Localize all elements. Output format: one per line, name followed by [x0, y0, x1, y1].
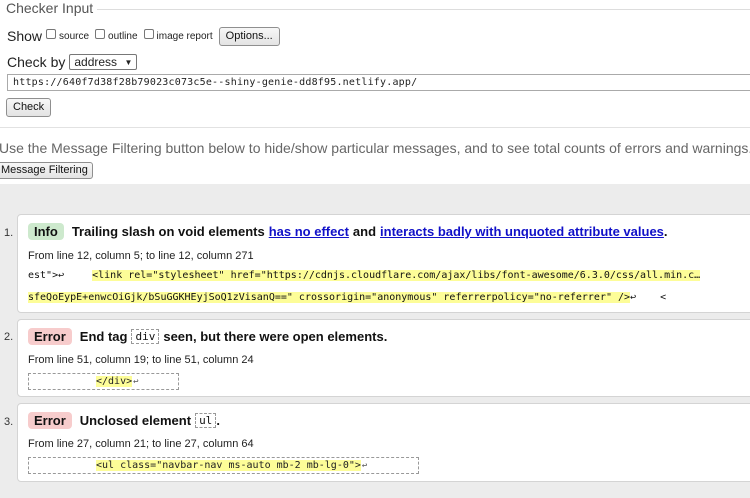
message-item-info: Info Trailing slash on void elements has…	[17, 214, 750, 313]
option-outline[interactable]: outline	[95, 29, 138, 42]
extract-box: </div> ↩	[28, 373, 179, 390]
error-badge: Error	[28, 412, 72, 429]
message-item-error: Error End tag div seen, but there were o…	[17, 319, 750, 397]
location-text: From line 27, column 21; to line 27, col…	[28, 438, 254, 450]
check-by-value: address	[74, 55, 118, 69]
message-header: Info Trailing slash on void elements has…	[28, 223, 668, 240]
message-text: Unclosed element	[79, 413, 192, 428]
extract-highlight: <ul class="navbar-nav ms-auto mb-2 mb-lg…	[96, 460, 361, 471]
source-checkbox[interactable]	[46, 29, 57, 39]
filter-help-text: Use the Message Filtering button below t…	[0, 140, 750, 156]
message-number: 2.	[4, 331, 14, 343]
code-element: div	[131, 329, 160, 344]
message-filtering-button[interactable]: Message Filtering	[0, 162, 93, 179]
return-icon: ↩	[133, 376, 139, 387]
url-input[interactable]: https://640f7d38f28b79023c073c5e--shiny-…	[7, 74, 750, 91]
check-by-label: Check by	[7, 54, 66, 70]
message-text: End tag	[79, 329, 128, 344]
message-text: Trailing slash on void elements	[71, 224, 265, 239]
image-report-checkbox[interactable]	[143, 29, 154, 39]
message-header: Error End tag div seen, but there were o…	[28, 328, 387, 345]
extract-line-1-highlight: <link rel="stylesheet" href="https://cdn…	[92, 270, 701, 281]
show-options-row: Show source outline image report Options…	[7, 26, 280, 46]
divider	[0, 127, 750, 128]
fieldset-border	[92, 9, 750, 10]
location-text: From line 12, column 5; to line 12, colu…	[28, 250, 254, 262]
error-badge: Error	[28, 328, 72, 345]
unquoted-attribute-link[interactable]: interacts badly with unquoted attribute …	[380, 224, 664, 239]
extract-highlight: </div>	[96, 376, 133, 387]
message-number: 3.	[4, 416, 14, 428]
message-text-end: .	[663, 224, 668, 239]
return-icon: ↩	[361, 460, 368, 471]
options-button[interactable]: Options...	[218, 26, 280, 46]
extract-line-1-prefix: est">↩	[28, 270, 65, 281]
message-header: Error Unclosed element ul .	[28, 412, 220, 429]
extract-line-1: est">↩ <link rel="stylesheet" href="https…	[28, 270, 701, 281]
message-text-rest: seen, but there were open elements.	[163, 329, 388, 344]
outline-checkbox[interactable]	[95, 29, 106, 39]
message-item-error: Error Unclosed element ul . From line 27…	[17, 403, 750, 482]
check-by-row: Check by address ▼	[7, 54, 138, 70]
extract-line-2-suffix: ↩ <	[630, 292, 667, 303]
option-source[interactable]: source	[46, 29, 90, 42]
chevron-down-icon: ▼	[124, 57, 133, 67]
outline-label: outline	[108, 30, 138, 42]
source-label: source	[59, 30, 90, 42]
check-button[interactable]: Check	[6, 98, 52, 117]
code-element: ul	[195, 413, 217, 428]
location-text: From line 51, column 19; to line 51, col…	[28, 354, 254, 366]
info-badge: Info	[28, 223, 64, 240]
message-text-and: and	[352, 224, 377, 239]
image-report-label: image report	[156, 30, 213, 42]
message-number: 1.	[4, 227, 14, 239]
extract-box: <ul class="navbar-nav ms-auto mb-2 mb-lg…	[28, 457, 419, 474]
extract-line-2: sfeQoEypE+enwcOiGjk/bSuGGKHEyjSoQ1zVisan…	[28, 292, 666, 303]
message-text-rest: .	[216, 413, 220, 428]
check-by-select[interactable]: address ▼	[69, 54, 138, 70]
checker-input-legend: Checker Input	[6, 0, 98, 16]
option-image-report[interactable]: image report	[143, 29, 213, 42]
extract-line-2-highlight: sfeQoEypE+enwcOiGjk/bSuGGKHEyjSoQ1zVisan…	[28, 292, 631, 303]
show-label: Show	[7, 28, 43, 44]
has-no-effect-link[interactable]: has no effect	[269, 224, 349, 239]
